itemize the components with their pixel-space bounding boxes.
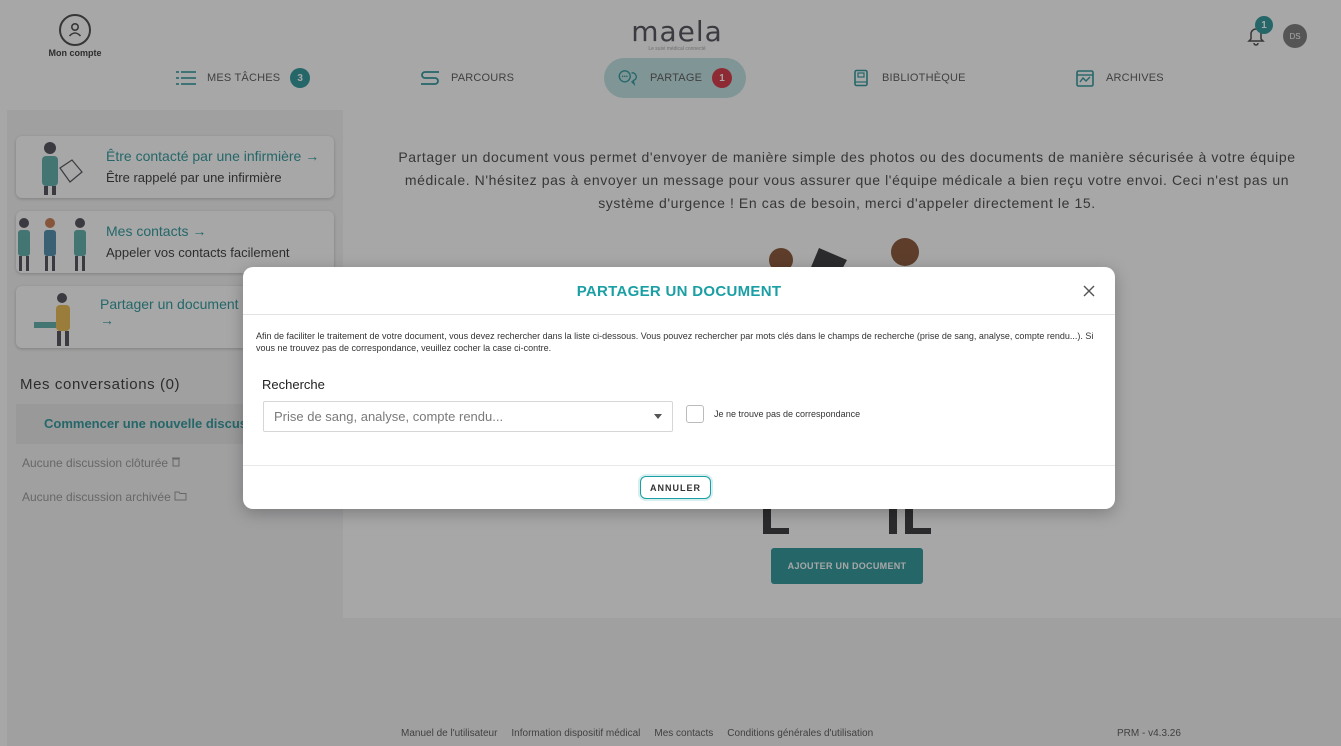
no-match-checkbox[interactable] bbox=[686, 405, 704, 423]
search-placeholder: Prise de sang, analyse, compte rendu... bbox=[274, 409, 504, 424]
modal-title: PARTAGER UN DOCUMENT bbox=[576, 283, 782, 300]
search-select[interactable]: Prise de sang, analyse, compte rendu... bbox=[263, 401, 673, 432]
divider bbox=[243, 465, 1115, 466]
modal-description: Afin de faciliter le traitement de votre… bbox=[256, 331, 1094, 353]
no-match-label: Je ne trouve pas de correspondance bbox=[714, 409, 861, 419]
page: Mon compte maela Le suivi médical connec… bbox=[0, 0, 1341, 746]
caret-down-icon bbox=[654, 414, 662, 419]
cancel-button[interactable]: ANNULER bbox=[640, 476, 711, 499]
search-label: Recherche bbox=[262, 377, 325, 392]
divider bbox=[243, 314, 1115, 315]
share-document-modal: PARTAGER UN DOCUMENT Afin de faciliter l… bbox=[243, 267, 1115, 509]
close-icon[interactable] bbox=[1079, 281, 1099, 301]
